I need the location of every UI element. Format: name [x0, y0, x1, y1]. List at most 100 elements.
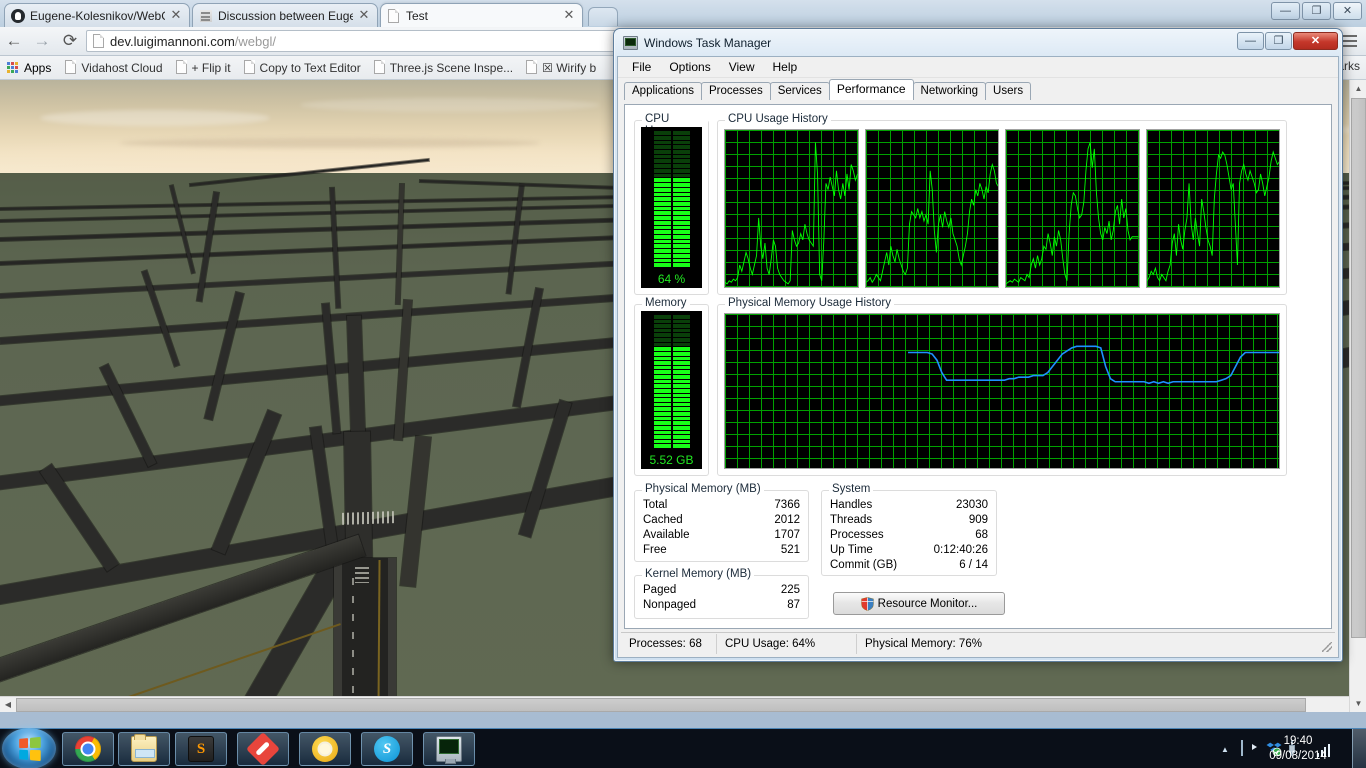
menu-help[interactable]: Help — [765, 58, 806, 76]
bookmark-vidahost-cloud[interactable]: Vidahost Cloud — [58, 58, 168, 78]
cpu-history-graph-1 — [864, 129, 999, 288]
meter-segment — [653, 384, 690, 388]
meter-segment — [653, 211, 690, 216]
scroll-left-icon[interactable]: ◀ — [0, 696, 16, 712]
meter-segment — [653, 435, 690, 439]
document-icon — [243, 60, 256, 75]
tab-users[interactable]: Users — [985, 82, 1032, 100]
reload-icon[interactable]: ⟳ — [56, 27, 84, 55]
chrome-canary-icon — [312, 736, 338, 762]
resize-grip[interactable] — [1322, 642, 1332, 652]
tab-title: Eugene-Kolesnikov/WebG — [30, 8, 165, 23]
menu-options[interactable]: Options — [661, 58, 718, 76]
scrollbar-thumb[interactable] — [1351, 98, 1366, 638]
vertical-scrollbar[interactable]: ▲ ▼ — [1349, 80, 1366, 712]
forward-icon[interactable]: → — [28, 27, 56, 55]
memory-meter-bars — [653, 314, 690, 449]
tab-strip: Eugene-Kolesnikov/WebG ✕ Discussion betw… — [0, 0, 1366, 27]
tab-performance[interactable]: Performance — [828, 79, 914, 100]
task-manager-body: File Options View Help Applications Proc… — [617, 56, 1339, 658]
apps-button[interactable]: Apps — [4, 61, 58, 75]
close-icon[interactable]: ✕ — [169, 8, 183, 23]
scroll-up-icon[interactable]: ▲ — [1350, 80, 1366, 97]
physical-memory-group: Physical Memory (MB) Total 7366 Cached 2… — [634, 483, 809, 562]
horizontal-scrollbar[interactable]: ◀ ▶ — [0, 696, 1366, 712]
chevron-up-icon[interactable]: ▲ — [1218, 742, 1232, 756]
taskbar-item-chrome[interactable] — [62, 732, 114, 766]
scroll-down-icon[interactable]: ▼ — [1350, 695, 1366, 712]
browser-tab-github[interactable]: Eugene-Kolesnikov/WebG ✕ — [4, 3, 190, 27]
menu-view[interactable]: View — [721, 58, 763, 76]
browser-tab-discussion[interactable]: Discussion between Euger ✕ — [192, 3, 378, 27]
memory-history-group: Physical Memory Usage History — [717, 297, 1287, 476]
close-icon[interactable]: ✕ — [562, 8, 576, 23]
new-tab-button[interactable] — [588, 7, 618, 26]
meter-segment — [653, 393, 690, 398]
url-path: /webgl/ — [234, 33, 276, 49]
scrollbar-thumb[interactable] — [16, 697, 1306, 712]
back-icon[interactable]: ← — [0, 27, 28, 55]
taskbar-item-sourcetree[interactable] — [237, 732, 289, 766]
task-manager-titlebar[interactable]: Windows Task Manager — ❐ ✕ — [615, 30, 1341, 56]
memory-meter: 5.52 GB — [641, 311, 702, 469]
close-button[interactable]: ✕ — [1333, 2, 1362, 20]
scrollbar-track[interactable] — [16, 696, 1350, 712]
tab-applications[interactable]: Applications — [624, 82, 703, 100]
document-icon — [387, 8, 401, 23]
stat-row: Up Time 0:12:40:26 — [830, 544, 988, 559]
meter-segment — [653, 230, 690, 234]
physical-memory-label: Physical Memory (MB) — [642, 483, 764, 495]
memory-history-graph — [724, 313, 1280, 469]
chrome-window-controls: — ❐ ✕ — [1271, 2, 1362, 20]
resource-monitor-button[interactable]: Resource Monitor... — [833, 592, 1005, 615]
cpu-history-graph-2 — [1005, 129, 1140, 288]
clock[interactable]: 19:40 09/08/2014 — [1254, 729, 1342, 768]
meter-segment — [653, 379, 690, 384]
maximize-button[interactable]: ❐ — [1265, 32, 1292, 50]
bookmark-threejs-scene-inspector[interactable]: Three.js Scene Inspe... — [367, 58, 519, 78]
status-bar: Processes: 68 CPU Usage: 64% Physical Me… — [621, 632, 1335, 654]
stat-row: Nonpaged 87 — [643, 599, 800, 614]
stat-key: Nonpaged — [643, 599, 697, 611]
meter-segment — [653, 398, 690, 402]
stat-value: 225 — [780, 584, 800, 596]
tab-bar: Applications Processes Services Performa… — [624, 79, 1338, 100]
meter-segment — [653, 234, 690, 239]
stat-key: Processes — [830, 529, 884, 541]
taskbar-item-chrome-canary[interactable] — [299, 732, 351, 766]
bookmark-copy-to-text-editor[interactable]: Copy to Text Editor — [237, 58, 367, 78]
meter-segment — [653, 412, 690, 416]
minimize-button[interactable]: — — [1237, 32, 1264, 50]
minimize-button[interactable]: — — [1271, 2, 1300, 20]
tab-networking[interactable]: Networking — [912, 82, 987, 100]
bookmark-wirify[interactable]: ☒ Wirify b — [519, 58, 602, 78]
git-diamond-icon — [246, 732, 280, 766]
meter-segment — [653, 407, 690, 411]
window-title: Windows Task Manager — [644, 36, 772, 50]
show-desktop-button[interactable] — [1352, 729, 1366, 768]
start-button[interactable] — [2, 728, 56, 768]
memory-value: 5.52 GB — [649, 453, 694, 467]
taskbar-item-file-explorer[interactable] — [118, 732, 170, 766]
maximize-button[interactable]: ❐ — [1302, 2, 1331, 20]
stat-row: Available 1707 — [643, 529, 800, 544]
menu-file[interactable]: File — [624, 58, 659, 76]
taskbar-item-task-manager[interactable] — [423, 732, 475, 766]
stat-row: Free 521 — [643, 544, 800, 559]
url-text: dev.luigimannoni.com/webgl/ — [110, 34, 276, 49]
taskbar-item-skype[interactable]: S — [361, 732, 413, 766]
stat-row: Cached 2012 — [643, 514, 800, 529]
page-info-icon[interactable] — [92, 33, 105, 49]
taskbar-item-sublime-text[interactable]: S — [175, 732, 227, 766]
meter-segment — [653, 249, 690, 253]
stat-key: Free — [643, 544, 667, 556]
bookmark-flip-it[interactable]: + Flip it — [169, 58, 237, 78]
apps-grid-icon — [7, 61, 19, 74]
tab-services[interactable]: Services — [769, 82, 830, 100]
windows-taskbar: S S ▲ 19:40 09/08/2014 — [0, 728, 1366, 768]
meter-segment — [653, 347, 690, 351]
tab-processes[interactable]: Processes — [701, 82, 771, 100]
browser-tab-test[interactable]: Test ✕ — [380, 3, 583, 27]
close-icon[interactable]: ✕ — [357, 8, 371, 23]
close-button[interactable]: ✕ — [1293, 32, 1338, 50]
